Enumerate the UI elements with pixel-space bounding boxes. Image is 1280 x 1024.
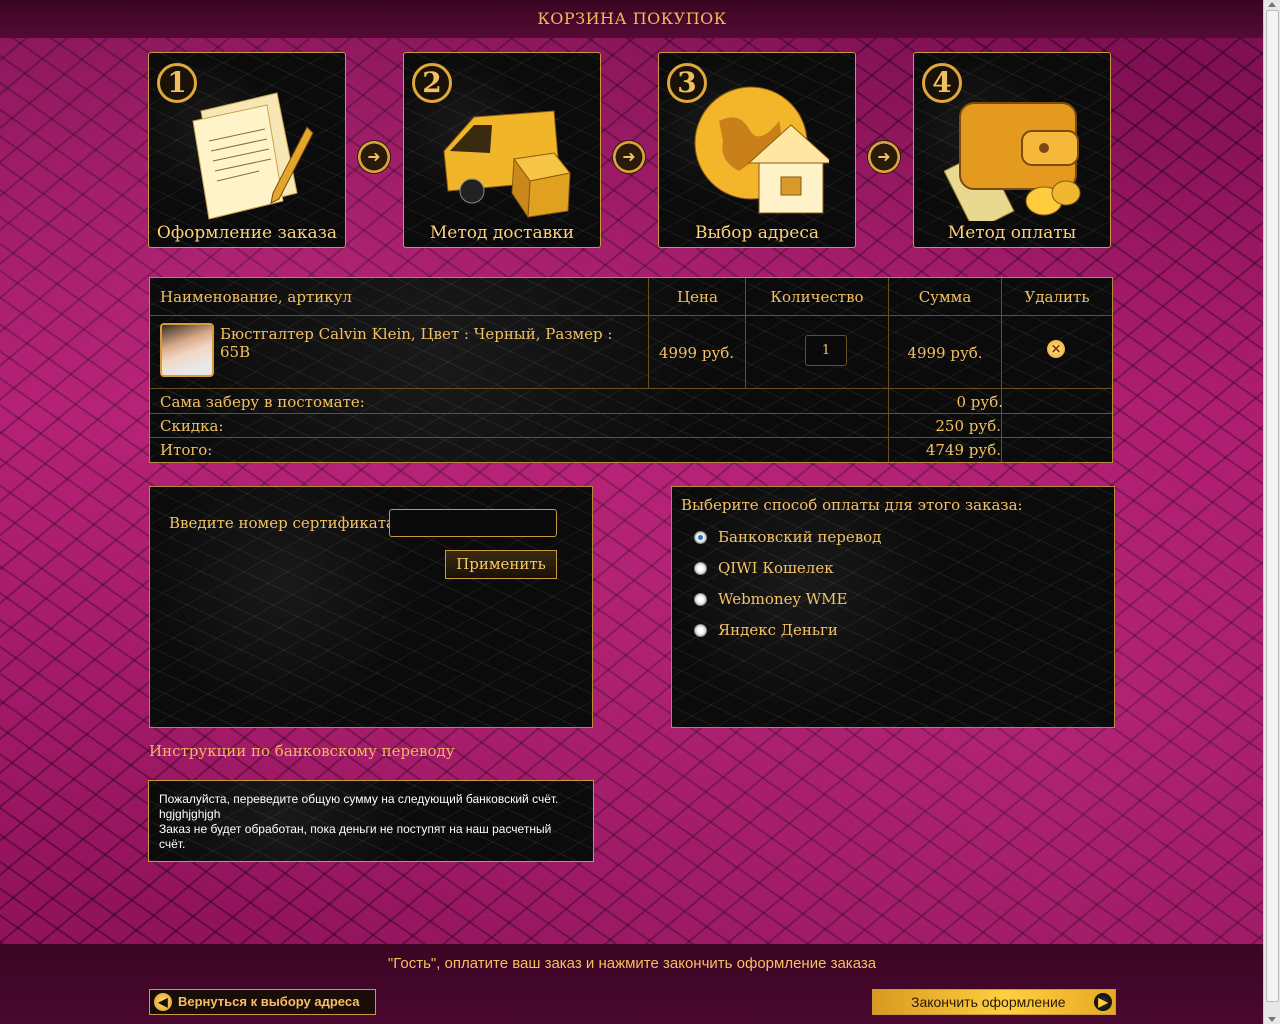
arrow-left-icon: ◀ <box>154 993 172 1011</box>
step-label: Метод оплаты <box>947 223 1077 243</box>
product-name[interactable]: Бюстгалтер Calvin Klein, Цвет : Черный, … <box>220 325 640 361</box>
column-header-name: Наименование, артикул <box>160 288 352 306</box>
summary-total-label: Итого: <box>160 441 213 459</box>
footer-message: "Гость", оплатите ваш заказ и нажмите за… <box>387 955 877 972</box>
scroll-down-icon[interactable] <box>1268 1017 1276 1022</box>
column-header-delete: Удалить <box>1024 288 1090 306</box>
payment-options-panel: Выберите способ оплаты для этого заказа:… <box>671 486 1115 728</box>
column-header-quantity: Количество <box>770 288 864 306</box>
instructions-line: Заказ не будет обработан, пока деньги не… <box>159 822 552 836</box>
product-price: 4999 руб. <box>658 344 735 362</box>
step-label: Выбор адреса <box>695 223 819 243</box>
step-arrow-icon: ➜ <box>612 140 646 174</box>
globe-house-icon <box>694 86 829 214</box>
delivery-van-icon <box>443 110 571 219</box>
step-2-delivery-method[interactable]: 2 Метод доставки <box>403 52 601 248</box>
payment-options-title: Выберите способ оплаты для этого заказа: <box>681 496 1023 514</box>
arrow-right-icon: ▶ <box>1094 993 1112 1011</box>
page-header: КОРЗИНА ПОКУПОК <box>0 0 1264 38</box>
certificate-input[interactable] <box>389 509 557 537</box>
summary-pickup-label: Сама заберу в постомате: <box>160 393 365 411</box>
radio-button[interactable] <box>694 593 707 606</box>
step-label: Оформление заказа <box>156 223 338 243</box>
page-title: КОРЗИНА ПОКУПОК <box>537 9 727 28</box>
delete-item-icon[interactable]: ✕ <box>1047 340 1065 358</box>
apply-certificate-button[interactable]: Применить <box>445 550 557 579</box>
radio-button[interactable] <box>694 531 707 544</box>
summary-pickup-value: 0 руб. <box>956 393 1003 411</box>
scrollbar-thumb[interactable] <box>1266 10 1279 1002</box>
cart-table: Наименование, артикул Цена Количество Су… <box>149 277 1113 463</box>
instructions-box: Пожалуйста, переведите общую сумму на сл… <box>148 780 594 862</box>
summary-total-value: 4749 руб. <box>925 441 1001 459</box>
instructions-title: Инструкции по банковскому переводу <box>149 742 455 760</box>
wallet-coins-icon <box>944 102 1081 221</box>
certificate-panel: Введите номер сертификата Применить <box>149 486 593 728</box>
back-to-address-button[interactable]: ◀ Вернуться к выбору адреса <box>149 989 376 1015</box>
step-arrow-icon: ➜ <box>867 140 901 174</box>
vertical-scrollbar[interactable] <box>1263 0 1280 1024</box>
column-header-sum: Сумма <box>918 288 972 306</box>
step-arrow-icon: ➜ <box>357 140 391 174</box>
radio-button[interactable] <box>694 624 707 637</box>
scroll-up-icon[interactable] <box>1268 2 1276 7</box>
step-label: Метод доставки <box>429 223 575 243</box>
instructions-line: Пожалуйста, переведите общую сумму на сл… <box>159 792 559 806</box>
product-thumbnail[interactable] <box>160 323 214 377</box>
summary-discount-label: Скидка: <box>160 417 224 435</box>
finish-order-button[interactable]: Закончить оформление ▶ <box>872 989 1116 1015</box>
instructions-line: счёт. <box>159 837 186 851</box>
radio-button[interactable] <box>694 562 707 575</box>
instructions-line: hgjghjghjgh <box>159 807 221 821</box>
certificate-label: Введите номер сертификата <box>169 514 395 532</box>
product-sum: 4999 руб. <box>907 344 983 362</box>
summary-discount-value: 250 руб. <box>935 417 1001 435</box>
column-header-price: Цена <box>677 288 718 306</box>
step-3-address-selection[interactable]: 3 Выбор адреса <box>658 52 856 248</box>
step-4-payment-method[interactable]: 4 Метод оплаты <box>913 52 1111 248</box>
quantity-input[interactable]: 1 <box>805 335 847 366</box>
document-pen-icon <box>192 92 314 220</box>
step-1-order-details[interactable]: 1 Оформление заказа <box>148 52 346 248</box>
